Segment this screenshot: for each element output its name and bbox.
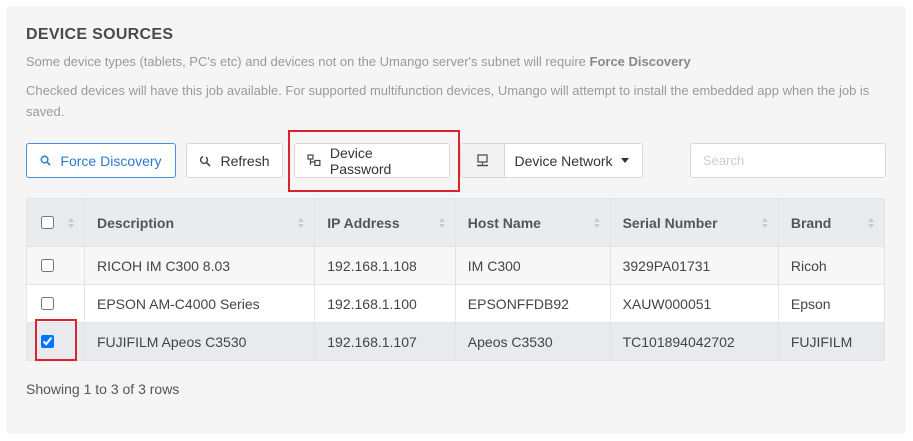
force-discovery-note: Some device types (tablets, PC's etc) an…: [26, 51, 691, 72]
cell-description: FUJIFILM Apeos C3530: [83, 322, 316, 361]
device-network-dropdown[interactable]: Device Network: [460, 143, 643, 178]
cell-host-name: Apeos C3530: [454, 322, 611, 361]
column-header-label: IP Address: [327, 214, 400, 231]
refresh-label: Refresh: [220, 152, 270, 169]
cell-serial-number: XAUW000051: [609, 284, 779, 323]
search-input[interactable]: [690, 143, 886, 178]
device-network-key-icon: [307, 154, 321, 167]
section-title: DEVICE SOURCES: [26, 26, 174, 43]
row-checkbox[interactable]: [41, 259, 54, 272]
refresh-button[interactable]: Refresh: [186, 143, 283, 178]
row-select-cell: [26, 322, 85, 361]
device-network-label: Device Network: [514, 152, 613, 169]
cell-ip-address: 192.168.1.100: [314, 284, 456, 323]
sort-icon: [298, 217, 305, 228]
row-select-cell: [26, 246, 85, 285]
note-text: Some device types (tablets, PC's etc) an…: [26, 54, 590, 69]
refresh-search-icon: [200, 155, 212, 167]
device-password-label: Device Password: [329, 144, 392, 177]
column-header-description[interactable]: Description: [83, 198, 316, 247]
column-header-label: Serial Number: [622, 214, 718, 231]
checked-devices-note: Checked devices will have this job avail…: [26, 83, 870, 119]
cell-description: RICOH IM C300 8.03: [83, 246, 316, 285]
sort-icon: [68, 217, 74, 228]
column-header-label: Host Name: [467, 214, 541, 231]
sort-icon: [438, 217, 445, 228]
cell-host-name: IM C300: [454, 246, 611, 285]
cell-ip-address: 192.168.1.108: [314, 246, 456, 285]
caret-down-icon: [620, 158, 629, 163]
sort-icon: [593, 217, 600, 228]
search-icon: [40, 155, 52, 166]
row-checkbox[interactable]: [41, 297, 54, 310]
cell-serial-number: 3929PA01731: [609, 246, 779, 285]
sort-icon: [761, 217, 768, 228]
column-header-serial-number[interactable]: Serial Number: [609, 198, 779, 247]
row-select-cell: [26, 284, 85, 323]
sort-icon: [868, 217, 874, 228]
device-network-toggle[interactable]: Device Network: [505, 153, 642, 169]
force-discovery-label: Force Discovery: [60, 152, 162, 169]
force-discovery-button[interactable]: Force Discovery: [26, 143, 176, 178]
table-header-row: Description IP Address Host Name Serial …: [26, 198, 886, 247]
cell-serial-number: TC101894042702: [609, 322, 779, 361]
row-checkbox[interactable]: [41, 335, 54, 348]
cell-ip-address: 192.168.1.107: [314, 322, 456, 361]
select-all-checkbox[interactable]: [41, 216, 54, 229]
column-header-label: Description: [97, 214, 175, 231]
select-all-header: [26, 198, 85, 247]
table-row[interactable]: RICOH IM C300 8.03 192.168.1.108 IM C300…: [26, 246, 886, 285]
cell-host-name: EPSONFFDB92: [454, 284, 611, 323]
table-row[interactable]: EPSON AM-C4000 Series 192.168.1.100 EPSO…: [26, 284, 886, 323]
cell-brand: FUJIFILM: [777, 322, 886, 361]
network-icon-addon[interactable]: [461, 144, 505, 177]
column-header-label: Brand: [790, 214, 832, 231]
note-emphasis: Force Discovery: [589, 54, 691, 69]
cell-brand: Ricoh: [777, 246, 886, 285]
monitor-network-icon: [477, 154, 488, 167]
cell-brand: Epson: [777, 284, 886, 323]
pagination-info: Showing 1 to 3 of 3 rows: [26, 381, 180, 397]
device-password-button[interactable]: Device Password: [294, 143, 450, 178]
table-row[interactable]: FUJIFILM Apeos C3530 192.168.1.107 Apeos…: [26, 322, 886, 361]
cell-description: EPSON AM-C4000 Series: [83, 284, 316, 323]
column-header-ip-address[interactable]: IP Address: [314, 198, 456, 247]
column-header-brand[interactable]: Brand: [777, 198, 886, 247]
devices-table: Description IP Address Host Name Serial …: [26, 198, 886, 361]
column-header-host-name[interactable]: Host Name: [454, 198, 611, 247]
